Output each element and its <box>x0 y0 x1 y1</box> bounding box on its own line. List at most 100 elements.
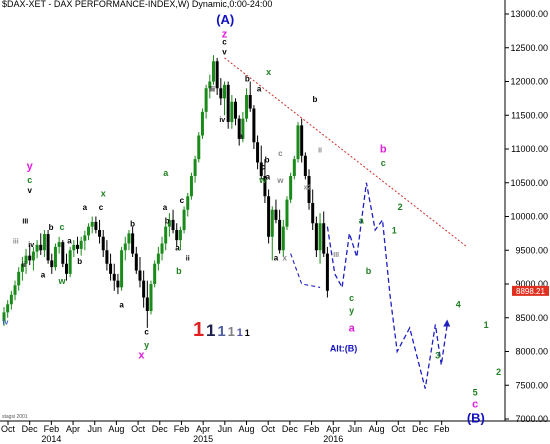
candle-body <box>171 219 175 230</box>
y-tick-label-9: 8500.00 <box>515 313 548 323</box>
wave-label-0: (A) <box>216 12 234 27</box>
candle-body <box>164 226 168 244</box>
candle-body <box>182 209 186 230</box>
candle-body <box>87 226 91 236</box>
candle-body <box>101 236 105 251</box>
candle-body <box>281 226 285 251</box>
x-year-label-1: 2015 <box>193 434 213 444</box>
wave-label-29: a <box>175 243 180 252</box>
wave-label-13: b <box>49 223 54 232</box>
candle-61 <box>226 81 230 129</box>
candle-77 <box>285 196 289 230</box>
candle-body <box>160 243 164 254</box>
wave-label-34: c <box>222 37 227 46</box>
candle-body <box>142 280 146 298</box>
wave-label-8: iv <box>28 242 34 249</box>
x-tick-label-7: Dec <box>152 424 169 434</box>
candle-body <box>278 219 282 251</box>
wave-label-23: c <box>144 328 149 337</box>
x-tick-label-4: Jun <box>87 424 102 434</box>
candle-body <box>274 209 278 220</box>
candle-body <box>223 84 226 99</box>
candle-body <box>138 270 142 281</box>
wave-label-17: a <box>67 237 72 246</box>
candle-body <box>296 125 300 160</box>
candle-88 <box>325 246 329 298</box>
wave-label-45: w <box>276 176 284 185</box>
candle-body <box>211 61 215 82</box>
degree-legend-item-1: 1 <box>206 321 215 340</box>
candle-body <box>234 101 238 119</box>
candle-14 <box>53 243 57 271</box>
wave-label-7: iii <box>13 239 19 246</box>
wave-label-12: a <box>41 270 46 279</box>
wave-label-18: b <box>77 257 82 266</box>
candle-body <box>9 294 13 305</box>
wave-label-21: a <box>119 301 124 310</box>
price-tag-label: 8898.21 <box>516 287 545 296</box>
candle-body <box>145 297 149 311</box>
candle-body <box>156 253 160 264</box>
wave-label-59: c <box>381 158 386 168</box>
candle-body <box>79 240 83 249</box>
wave-label-10: iv <box>3 320 9 327</box>
candle-body <box>13 285 17 295</box>
candle-body <box>189 176 193 197</box>
y-tick-label-1: 12500.00 <box>510 43 548 53</box>
x-tick-label-2: Feb <box>44 424 60 434</box>
wave-label-3: x <box>138 349 145 361</box>
wave-label-62: 3 <box>435 350 440 360</box>
candle-body <box>46 234 50 261</box>
x-tick-label-8: Feb <box>174 424 190 434</box>
candle-79 <box>292 155 296 180</box>
wave-label-54: b <box>366 266 372 276</box>
y-tick-label-3: 11500.00 <box>511 110 548 120</box>
candle-body <box>94 221 98 230</box>
x-tick-label-19: Dec <box>412 424 429 434</box>
candle-body <box>72 244 76 251</box>
candle-16 <box>61 240 65 268</box>
y-tick-label-5: 10500.00 <box>510 178 548 188</box>
candle-body <box>178 230 182 241</box>
candle-body <box>204 88 208 112</box>
wave-label-49: x2 <box>304 185 312 192</box>
candle-body <box>325 253 329 291</box>
candle-body <box>134 253 138 271</box>
wave-label-60: 2 <box>398 202 403 212</box>
candle-82 <box>303 152 307 180</box>
candle-body <box>83 235 87 241</box>
candle-body <box>105 250 109 264</box>
candle-body <box>252 108 256 143</box>
candle-body <box>248 95 252 109</box>
wave-label-28: c <box>180 196 185 205</box>
wave-label-25: a <box>163 203 168 212</box>
degree-legend-item-4: 1 <box>237 327 243 339</box>
y-tick-label-7: 9500.00 <box>515 245 548 255</box>
candle-body <box>53 246 57 268</box>
wave-label-2: y <box>27 160 34 172</box>
degree-legend-item-5: 1 <box>245 328 250 338</box>
candle-body <box>197 135 201 160</box>
x-tick-label-15: Apr <box>326 424 340 434</box>
wave-label-26: b <box>165 216 170 225</box>
wave-label-64: 5 <box>473 387 478 397</box>
x-tick-label-1: Dec <box>22 424 39 434</box>
candle-body <box>314 223 318 251</box>
wave-label-43: a <box>266 172 271 181</box>
wave-label-69: Alt:(B) <box>330 344 358 354</box>
y-tick-label-6: 10000.00 <box>510 212 548 222</box>
candle-body <box>300 125 304 156</box>
candle-40 <box>149 280 153 315</box>
wave-label-56: y <box>349 306 354 316</box>
x-tick-label-18: Oct <box>391 424 406 434</box>
candle-body <box>322 223 326 254</box>
x-year-label-2: 2016 <box>323 434 343 444</box>
candle-body <box>311 203 315 224</box>
dax-weekly-chart: $DAX-XET - DAX PERFORMANCE-INDEX,W) Dyna… <box>0 0 550 444</box>
candle-32 <box>120 246 124 291</box>
candle-body <box>131 233 135 254</box>
candle-body <box>256 142 260 163</box>
wave-label-58: b <box>380 143 387 155</box>
candle-body <box>127 233 131 244</box>
x-tick-label-3: Apr <box>66 424 80 434</box>
